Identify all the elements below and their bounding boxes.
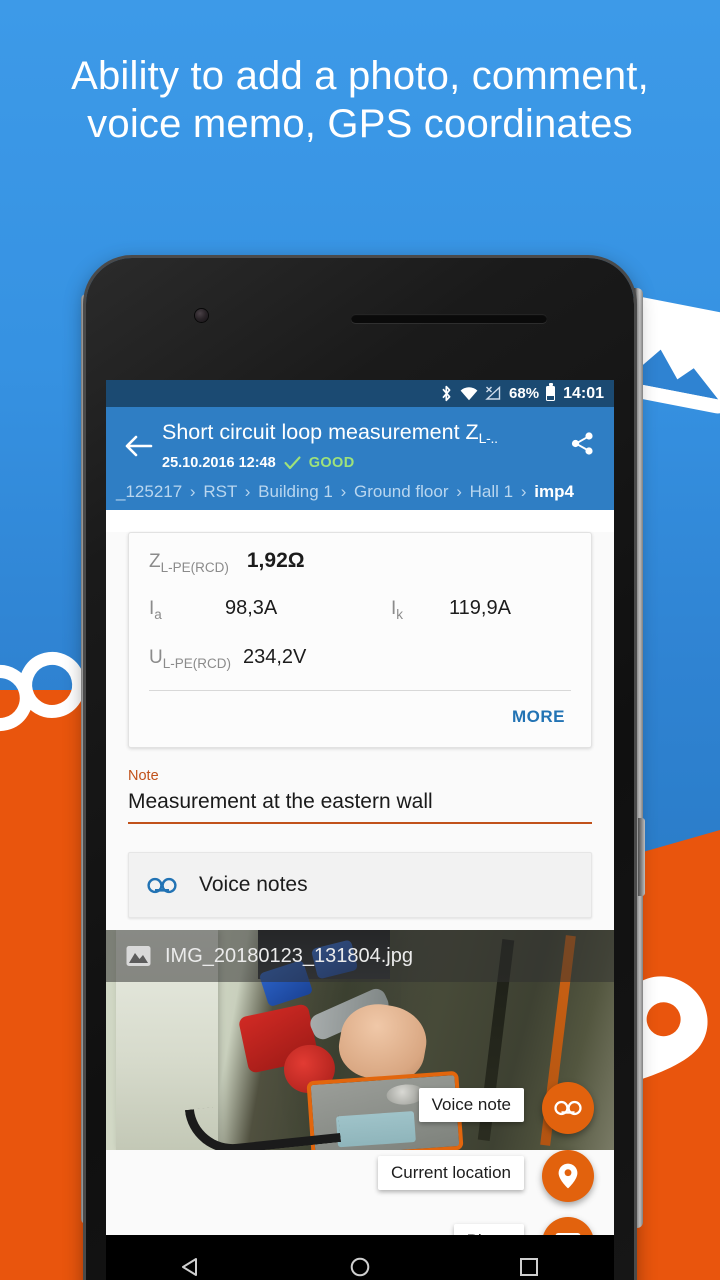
measurement-label-sub: L-PE(RCD) <box>160 559 229 575</box>
breadcrumb-separator: › <box>340 482 347 501</box>
measurement-card: ZL-PE(RCD) 1,92Ω Ia 98,3A Ik 119,9A UL-P… <box>128 532 592 749</box>
measurement-value: 119,9A <box>449 596 511 619</box>
measurement-label-sub: a <box>154 606 162 622</box>
breadcrumb-separator: › <box>520 482 527 501</box>
measurement-cell-ik: Ik 119,9A <box>391 597 571 622</box>
photo-attachment[interactable]: IMG_20180123_131804.jpg <box>106 930 614 1151</box>
voice-memo-icon <box>554 1100 582 1116</box>
photo-fab[interactable] <box>542 1217 594 1235</box>
bluetooth-icon <box>440 385 453 402</box>
measurement-label: UL-PE(RCD) <box>149 647 243 671</box>
nav-home-circle-icon[interactable] <box>330 1247 390 1280</box>
photo-header: IMG_20180123_131804.jpg <box>106 930 614 983</box>
page-title: Short circuit loop measurement ZL-.. <box>162 419 560 452</box>
phone-screen: 68% 14:01 Short circuit loop measurement… <box>106 380 614 1235</box>
location-pin-icon <box>558 1163 578 1189</box>
breadcrumb-current: imp4 <box>534 482 574 501</box>
status-bar: 68% 14:01 <box>106 380 614 407</box>
measurement-label-base: U <box>149 646 163 668</box>
photo-filename: IMG_20180123_131804.jpg <box>165 944 413 967</box>
measurement-datetime: 25.10.2016 12:48 <box>162 455 276 471</box>
voice-memo-icon <box>147 877 177 894</box>
phone-mockup: 68% 14:01 Short circuit loop measurement… <box>81 258 645 1280</box>
phone-power-button <box>638 818 645 896</box>
breadcrumb-item[interactable]: Ground floor <box>354 482 449 501</box>
battery-percent: 68% <box>509 385 540 402</box>
voice-notes-row[interactable]: Voice notes <box>128 852 592 919</box>
measurement-cell-ia: Ia 98,3A <box>149 597 391 622</box>
app-bar-titles: Short circuit loop measurement ZL-.. 25.… <box>162 417 560 471</box>
status-badge: GOOD <box>308 455 355 471</box>
measurement-label-sub: L-PE(RCD) <box>162 655 231 671</box>
current-location-fab[interactable] <box>542 1150 594 1202</box>
page-title-subscript: L-.. <box>478 430 498 446</box>
check-icon <box>284 456 301 470</box>
app-bar-subtitle: 25.10.2016 12:48 GOOD <box>162 455 560 471</box>
app-bar: Short circuit loop measurement ZL-.. 25.… <box>106 407 614 510</box>
breadcrumb-separator: › <box>189 482 196 501</box>
nav-recents-square-icon[interactable] <box>499 1247 559 1280</box>
android-navigation-bar <box>106 1235 614 1280</box>
note-label: Note <box>128 768 159 785</box>
measurement-label-sub: k <box>396 606 404 622</box>
promo-background: Ability to add a photo, comment, voice m… <box>0 0 720 1280</box>
back-arrow-icon[interactable] <box>116 423 162 469</box>
more-button[interactable]: MORE <box>506 703 571 731</box>
battery-icon <box>546 383 556 401</box>
measurement-label: Ia <box>149 598 225 622</box>
current-location-tooltip: Current location <box>377 1156 524 1190</box>
breadcrumb-separator: › <box>244 482 251 501</box>
photo-icon <box>126 945 151 967</box>
front-camera <box>195 309 208 322</box>
measurement-value: 234,2V <box>243 645 307 668</box>
breadcrumb-item[interactable]: Building 1 <box>258 482 333 501</box>
measurement-row-voltage: UL-PE(RCD) 234,2V <box>149 646 571 671</box>
no-sim-signal-icon <box>485 386 502 401</box>
clock: 14:01 <box>563 384 604 402</box>
measurement-label: Ik <box>391 598 449 622</box>
breadcrumb-item[interactable]: Hall 1 <box>470 482 513 501</box>
voice-note-tooltip: Voice note <box>418 1088 524 1122</box>
earpiece-speaker <box>351 314 547 323</box>
measurement-value-main: 1,92Ω <box>246 549 305 572</box>
wifi-icon <box>460 386 478 401</box>
share-icon[interactable] <box>560 421 604 465</box>
note-field[interactable]: Note Measurement at the eastern wall <box>128 768 592 825</box>
measurement-value: 98,3A <box>225 596 278 619</box>
photo-tooltip: Photo <box>453 1224 524 1235</box>
breadcrumb-item[interactable]: RST <box>203 482 237 501</box>
nav-back-triangle-icon[interactable] <box>161 1247 221 1280</box>
phone-edge-right <box>634 288 643 1228</box>
content-area: ZL-PE(RCD) 1,92Ω Ia 98,3A Ik 119,9A UL-P… <box>106 532 614 1235</box>
measurement-label-base: Z <box>149 551 161 572</box>
note-input[interactable]: Measurement at the eastern wall <box>128 790 592 825</box>
voice-notes-label: Voice notes <box>199 873 308 897</box>
measurement-row-main: ZL-PE(RCD) 1,92Ω <box>149 549 571 575</box>
breadcrumb-item[interactable]: _125217 <box>116 482 182 501</box>
page-title-text: Short circuit loop measurement Z <box>162 420 479 444</box>
measurement-row-currents: Ia 98,3A Ik 119,9A <box>149 597 571 622</box>
promo-headline: Ability to add a photo, comment, voice m… <box>71 54 649 146</box>
measurement-label: ZL-PE(RCD) <box>149 551 229 575</box>
breadcrumb[interactable]: _125217 › RST › Building 1 › Ground floo… <box>106 480 614 510</box>
breadcrumb-separator: › <box>456 482 462 501</box>
voice-note-fab[interactable] <box>542 1082 594 1134</box>
card-actions: MORE <box>149 691 571 741</box>
